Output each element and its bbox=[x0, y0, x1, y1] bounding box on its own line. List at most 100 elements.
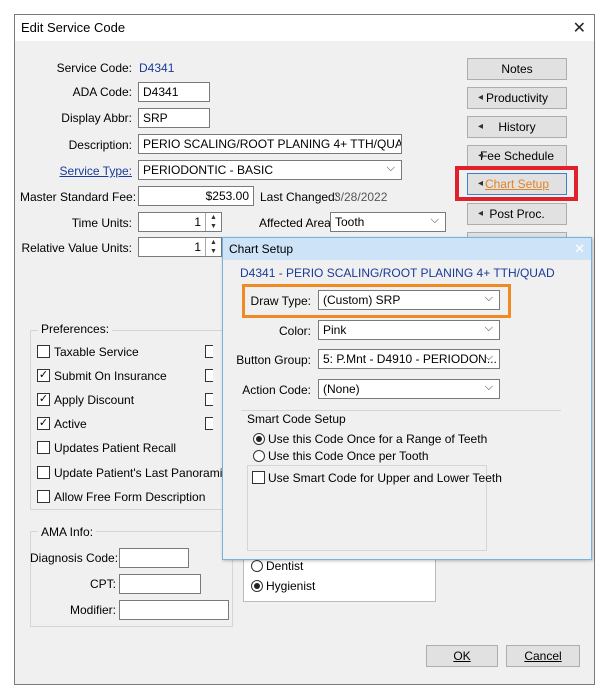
updates-recall-checkbox[interactable] bbox=[37, 441, 50, 454]
productivity-button-label: Productivity bbox=[485, 91, 549, 105]
ada-code-label: ADA Code: bbox=[72, 85, 132, 99]
arrow-left-icon: ◂ bbox=[478, 121, 484, 132]
affected-area-value: Tooth bbox=[335, 215, 365, 229]
history-button[interactable]: ◂ History bbox=[467, 116, 567, 138]
cpt-input[interactable] bbox=[119, 574, 201, 594]
button-group-dropdown[interactable]: 5: P.Mnt - D4910 - PERIODON... ⌵ bbox=[318, 349, 500, 369]
action-code-value: (None) bbox=[323, 382, 360, 396]
draw-type-label: Draw Type: bbox=[250, 294, 311, 308]
description-input[interactable]: PERIO SCALING/ROOT PLANING 4+ TTH/QUAD bbox=[138, 134, 402, 154]
history-button-label: History bbox=[498, 120, 536, 134]
chart-setup-button-label: Chart Setup bbox=[484, 177, 550, 191]
ok-button-label: OK bbox=[453, 649, 471, 663]
per-tooth-radio-label: Use this Code Once per Tooth bbox=[268, 449, 429, 463]
chart-setup-dialog: Chart Setup ✕ D4341 - PERIO SCALING/ROOT… bbox=[222, 237, 592, 560]
chart-setup-title-bar: Chart Setup ✕ bbox=[223, 238, 591, 260]
hidden-checkbox[interactable] bbox=[205, 393, 213, 406]
productivity-button[interactable]: ◂ Productivity bbox=[467, 87, 567, 109]
display-abbr-label: Display Abbr: bbox=[61, 111, 132, 125]
service-type-dropdown[interactable]: PERIODONTIC - BASIC ⌵ bbox=[138, 160, 402, 180]
range-radio-label: Use this Code Once for a Range of Teeth bbox=[268, 432, 488, 446]
button-group-label: Button Group: bbox=[236, 353, 311, 367]
spin-arrows-icon[interactable]: ▲ ▼ bbox=[205, 238, 221, 256]
updates-recall-label: Updates Patient Recall bbox=[54, 441, 177, 455]
chevron-down-icon: ⌵ bbox=[484, 292, 493, 304]
fee-schedule-button-label: Fee Schedule bbox=[479, 149, 555, 163]
action-code-label: Action Code: bbox=[242, 383, 311, 397]
window-title: Edit Service Code bbox=[21, 20, 126, 35]
service-type-value: PERIODONTIC - BASIC bbox=[143, 163, 274, 177]
arrow-left-icon: ◂ bbox=[478, 92, 484, 103]
active-label: Active bbox=[54, 417, 87, 431]
ama-title: AMA Info: bbox=[38, 525, 97, 539]
chart-setup-button[interactable]: ◂ Chart Setup bbox=[467, 173, 567, 195]
upper-lower-label: Use Smart Code for Upper and Lower Teeth bbox=[268, 471, 502, 485]
submit-insurance-checkbox[interactable]: ✓ bbox=[37, 369, 50, 382]
master-fee-input[interactable]: $253.00 bbox=[138, 186, 254, 206]
hidden-checkbox[interactable] bbox=[205, 369, 213, 382]
affected-area-label: Affected Area: bbox=[259, 216, 335, 230]
modifier-input[interactable] bbox=[119, 600, 229, 620]
time-units-value: 1 bbox=[194, 215, 201, 229]
upper-lower-checkbox[interactable] bbox=[252, 471, 265, 484]
description-label: Description: bbox=[68, 138, 132, 152]
free-form-checkbox[interactable] bbox=[37, 490, 50, 503]
chevron-down-icon: ⌵ bbox=[484, 322, 493, 334]
range-radio[interactable] bbox=[253, 433, 265, 445]
rvu-stepper[interactable]: 1 ▲ ▼ bbox=[138, 237, 222, 257]
service-code-value: D4341 bbox=[139, 61, 175, 75]
service-type-link[interactable]: Service Type: bbox=[40, 164, 132, 178]
post-proc-button-label: Post Proc. bbox=[489, 207, 545, 221]
arrow-left-icon: ◂ bbox=[478, 178, 484, 189]
active-checkbox[interactable]: ✓ bbox=[37, 417, 50, 430]
diagnosis-input[interactable] bbox=[119, 548, 189, 568]
hygienist-radio[interactable] bbox=[251, 580, 263, 592]
chevron-down-icon: ⌵ bbox=[484, 381, 493, 393]
update-panoramic-checkbox[interactable] bbox=[37, 466, 50, 479]
title-bar: Edit Service Code ✕ bbox=[15, 15, 594, 41]
button-group-value: 5: P.Mnt - D4910 - PERIODON... bbox=[323, 352, 497, 366]
apply-discount-checkbox[interactable]: ✓ bbox=[37, 393, 50, 406]
draw-type-value: (Custom) SRP bbox=[323, 293, 401, 307]
taxable-service-label: Taxable Service bbox=[54, 345, 139, 359]
draw-type-dropdown[interactable]: (Custom) SRP ⌵ bbox=[318, 290, 500, 310]
taxable-service-checkbox[interactable] bbox=[37, 345, 50, 358]
chart-setup-title: Chart Setup bbox=[229, 242, 294, 256]
display-abbr-input[interactable]: SRP bbox=[138, 108, 210, 128]
notes-button-label: Notes bbox=[501, 62, 533, 76]
spin-arrows-icon[interactable]: ▲ ▼ bbox=[205, 213, 221, 231]
fee-schedule-button[interactable]: ◂ Fee Schedule bbox=[467, 145, 567, 167]
ok-button[interactable]: OK bbox=[426, 645, 498, 667]
per-tooth-radio[interactable] bbox=[253, 450, 265, 462]
rvu-label: Relative Value Units: bbox=[21, 241, 133, 255]
post-proc-button[interactable]: ◂ Post Proc. bbox=[467, 203, 567, 225]
time-units-stepper[interactable]: 1 ▲ ▼ bbox=[138, 212, 222, 232]
hidden-checkbox[interactable] bbox=[205, 345, 213, 358]
cancel-button[interactable]: Cancel bbox=[506, 645, 580, 667]
free-form-label: Allow Free Form Description bbox=[54, 490, 206, 504]
chevron-down-icon: ⌵ bbox=[386, 162, 395, 174]
close-icon[interactable]: ✕ bbox=[573, 18, 586, 38]
master-fee-label: Master Standard Fee: bbox=[20, 190, 137, 204]
affected-area-dropdown[interactable]: Tooth ⌵ bbox=[330, 212, 446, 232]
close-icon[interactable]: ✕ bbox=[574, 241, 585, 257]
cancel-button-label: Cancel bbox=[524, 649, 562, 663]
hidden-checkbox[interactable] bbox=[205, 417, 213, 430]
arrow-left-icon: ◂ bbox=[478, 208, 484, 219]
color-label: Color: bbox=[278, 324, 311, 338]
service-code-label: Service Code: bbox=[56, 61, 132, 75]
notes-button[interactable]: Notes bbox=[467, 58, 567, 80]
dentist-radio[interactable] bbox=[251, 560, 263, 572]
time-units-label: Time Units: bbox=[71, 216, 132, 230]
apply-discount-label: Apply Discount bbox=[54, 393, 135, 407]
smart-code-title: Smart Code Setup bbox=[247, 412, 346, 426]
submit-insurance-label: Submit On Insurance bbox=[54, 369, 167, 383]
ada-code-input[interactable]: D4341 bbox=[138, 82, 210, 102]
preferences-title: Preferences: bbox=[38, 322, 113, 336]
rvu-value: 1 bbox=[194, 240, 201, 254]
action-code-dropdown[interactable]: (None) ⌵ bbox=[318, 379, 500, 399]
dentist-label: Dentist bbox=[266, 559, 304, 573]
color-dropdown[interactable]: Pink ⌵ bbox=[318, 320, 500, 340]
chevron-down-icon: ⌵ bbox=[484, 351, 493, 363]
color-value: Pink bbox=[323, 323, 347, 337]
